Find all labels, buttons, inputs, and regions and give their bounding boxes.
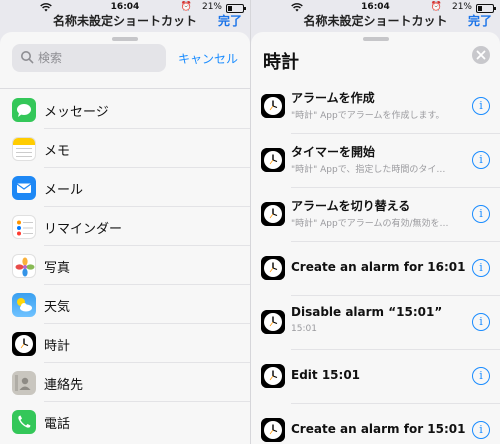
app-item-messages[interactable]: メッセージ [0,90,250,129]
search-box[interactable] [12,44,166,72]
search-row: キャンセル [0,44,250,74]
app-item-contacts[interactable]: 連絡先 [0,363,250,402]
sheet-grabber[interactable] [362,37,389,41]
action-title: Create an alarm for 15:01 [291,422,466,436]
app-list: メッセージ メモ メール リマインダー 写真 天気 時計 連絡先 電話 [0,90,250,441]
action-title: アラームを作成 [291,91,375,105]
app-item-mail[interactable]: メール [0,168,250,207]
close-icon [476,50,486,60]
action-title: Edit 15:01 [291,368,361,382]
app-label: 写真 [44,261,71,276]
clock-icon [261,364,285,388]
behind-done-button[interactable]: 完了 [218,12,242,29]
app-label: メモ [44,144,71,159]
info-icon[interactable]: i [472,367,490,385]
info-icon[interactable]: i [472,97,490,115]
clock-icon [261,418,285,442]
clock-icon [261,310,285,334]
clock-icon [261,148,285,172]
app-item-weather[interactable]: 天気 [0,285,250,324]
cancel-button[interactable]: キャンセル [178,50,238,67]
info-icon[interactable]: i [472,259,490,277]
sheet-title: 時計 [263,52,299,73]
clock-actions-pane: 16:04 ⏰ 21% 名称未設定ショートカット 完了 時計 アラームを作成 "… [250,0,500,444]
battery-percent: 21% [451,2,472,12]
mail-icon [12,176,36,200]
notes-icon [12,137,36,161]
action-subtitle: "時計" Appで、指定した時間のタイ… [291,165,446,175]
clock-icon [261,202,285,226]
app-label: リマインダー [44,222,123,237]
app-label: 電話 [44,417,71,432]
behind-sheet-title: 名称未設定ショートカット [303,14,448,28]
action-title: アラームを切り替える [291,199,411,213]
app-picker-pane: 16:04 ⏰ 21% 名称未設定ショートカット 完了 キャンセル メッセージ [0,0,250,444]
battery-percent: 21% [201,2,222,12]
photos-icon [12,254,36,278]
app-label: 時計 [44,339,71,354]
clock-actions-sheet: 時計 アラームを作成 "時計" Appでアラームを作成します。 i タイマーを開… [251,32,500,444]
info-icon[interactable]: i [472,313,490,331]
action-item[interactable]: Edit 15:01 i [251,350,500,404]
reminders-icon [12,215,36,239]
action-item[interactable]: Disable alarm “15:01” 15:01 i [251,296,500,350]
clock-icon [12,332,36,356]
action-item[interactable]: タイマーを開始 "時計" Appで、指定した時間のタイ… i [251,134,500,188]
messages-icon [12,98,36,122]
close-button[interactable] [472,46,490,64]
app-label: 連絡先 [44,378,84,393]
action-title: Create an alarm for 16:01 [291,260,466,274]
action-item[interactable]: Create an alarm for 15:01 i [251,404,500,444]
app-label: 天気 [44,300,71,315]
weather-icon [12,293,36,317]
action-subtitle: "時計" Appでアラームを作成します。 [291,111,445,121]
action-item[interactable]: アラームを切り替える "時計" Appでアラームの有効/無効を… i [251,188,500,242]
app-item-phone[interactable]: 電話 [0,402,250,441]
search-icon [21,51,34,64]
app-item-photos[interactable]: 写真 [0,246,250,285]
action-item[interactable]: Create an alarm for 16:01 i [251,242,500,296]
sheet-grabber[interactable] [112,37,138,41]
app-picker-sheet: キャンセル メッセージ メモ [0,32,250,444]
behind-done-button[interactable]: 完了 [468,12,492,29]
contacts-icon [12,371,36,395]
action-title: タイマーを開始 [291,145,376,159]
action-item[interactable]: アラームを作成 "時計" Appでアラームを作成します。 i [251,80,500,134]
action-list: アラームを作成 "時計" Appでアラームを作成します。 i タイマーを開始 "… [251,80,500,444]
info-icon[interactable]: i [472,421,490,439]
alarm-status-icon: ⏰ [430,2,442,12]
clock-icon [261,94,285,118]
app-item-notes[interactable]: メモ [0,129,250,168]
app-item-clock[interactable]: 時計 [0,324,250,363]
app-item-reminders[interactable]: リマインダー [0,207,250,246]
action-subtitle: 15:01 [291,324,317,334]
alarm-status-icon: ⏰ [180,2,192,12]
search-input[interactable] [38,44,158,72]
app-label: メッセージ [44,105,109,120]
info-icon[interactable]: i [472,205,490,223]
action-subtitle: "時計" Appでアラームの有効/無効を… [291,219,449,229]
info-icon[interactable]: i [472,151,490,169]
action-title: Disable alarm “15:01” [291,305,443,319]
divider [0,88,250,89]
app-label: メール [44,183,84,198]
clock-icon [261,256,285,280]
phone-icon [12,410,36,434]
behind-sheet-title: 名称未設定ショートカット [52,14,197,28]
